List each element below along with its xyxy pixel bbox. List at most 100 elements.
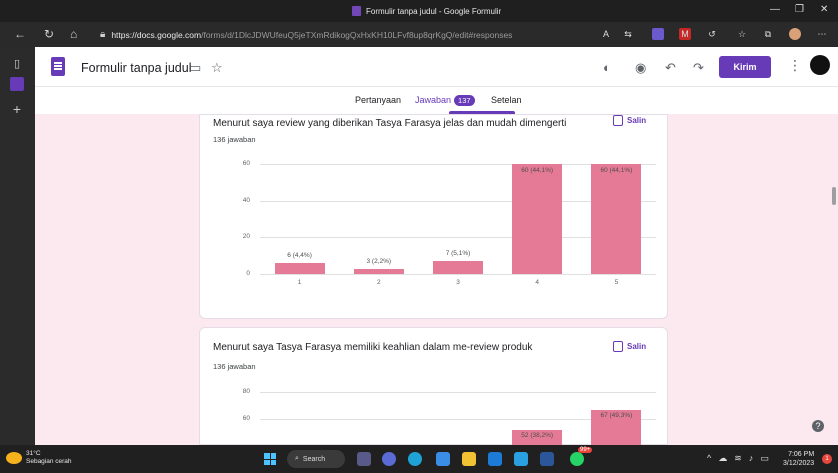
x-tick-label: 4 [535,279,539,286]
lock-icon: 🔒︎ [100,29,106,40]
forms-favicon-icon [352,6,361,16]
store-icon[interactable] [514,452,528,466]
send-button[interactable]: Kirim [719,56,771,78]
responses-count-badge: 137 [454,95,475,106]
whatsapp-icon[interactable] [570,452,584,466]
extension-m-icon[interactable]: M [679,28,691,40]
windows-start-icon[interactable] [264,453,276,465]
profile-avatar[interactable] [789,28,801,40]
response-count: 136 jawaban [213,362,256,371]
notification-badge[interactable]: 1 [822,454,832,464]
chart-bar [512,164,563,274]
chart-gridline [260,274,656,275]
window-title: Formulir tanpa judul - Google Formulir [352,6,501,16]
taskbar-clock[interactable]: 7:06 PM 3/12/2023 [783,450,814,468]
y-tick-label: 0 [246,270,250,277]
home-icon[interactable]: ⌂ [70,27,77,41]
volume-icon[interactable]: ♪ [749,453,754,464]
mail-icon[interactable] [436,452,450,466]
x-tick-label: 5 [614,279,619,286]
copy-icon [613,115,623,126]
chart-bar [433,261,483,274]
folder-icon[interactable]: ▭ [189,60,201,76]
bar-data-label: 6 (4,4%) [287,252,312,259]
wifi-icon[interactable]: ≋ [734,453,742,464]
weather-widget[interactable]: 31°C Sebagian cerah [6,450,72,466]
form-tabs: Pertanyaan Jawaban 137 Setelan [35,87,838,114]
chart-bar [591,164,642,274]
copy-chart-button[interactable]: Salin [613,341,646,352]
redo-icon[interactable]: ↷ [693,60,704,76]
bar-data-label: 52 (38,2%) [521,431,554,439]
translate-icon[interactable]: ⇆ [622,28,634,40]
account-avatar[interactable] [810,55,830,75]
extension-shield-icon[interactable] [652,28,664,40]
question-summary-card: Menurut saya Tasya Farasya memiliki keah… [199,327,668,446]
chart-bar [274,263,325,274]
chat-icon[interactable] [382,452,396,466]
page-scrollbar[interactable] [832,187,836,205]
close-window-button[interactable]: ✕ [820,4,828,15]
x-tick-label: 2 [376,279,381,286]
partly-sunny-icon [6,452,22,464]
y-tick-label: 20 [242,233,250,241]
browser-sidebar: ▯ + [0,47,35,445]
back-arrow-icon[interactable]: ← [14,27,26,41]
edge-browser-icon[interactable] [408,452,422,466]
star-icon[interactable]: ☆ [211,60,223,76]
bar-data-label: 7 (5,1%) [445,250,471,258]
bar-data-label: 60 (44,1%) [521,167,554,174]
word-icon[interactable] [540,452,554,466]
copy-chart-button[interactable]: Salin [613,115,646,126]
tray-chevron-icon[interactable]: ^ [707,453,711,464]
browser-title-bar: Formulir tanpa judul - Google Formulir —… [0,0,838,22]
taskbar-search[interactable]: ⌕ Search [287,450,345,468]
undo-icon[interactable]: ↶ [665,60,676,76]
y-tick-label: 40 [242,196,250,204]
file-explorer-icon[interactable] [462,452,476,466]
tab-actions-icon[interactable]: ▯ [10,57,24,71]
bar-data-label: 60 (44,1%) [600,167,633,174]
system-tray: ^ ☁ ≋ ♪ ▭ [707,453,769,464]
x-tick-label: 1 [297,279,302,286]
y-tick-label: 60 [242,415,250,422]
whatsapp-badge: 99+ [578,447,593,453]
search-icon: ⌕ [295,455,299,462]
more-options-icon[interactable]: ⋮ [788,57,802,74]
tab-questions[interactable]: Pertanyaan [355,95,401,105]
forms-header: Formulir tanpa judul ▭ ☆ ◐ ◉ ↶ ↷ Kirim ⋮ [35,47,838,87]
preview-eye-icon[interactable]: ◉ [635,60,646,76]
bar-data-label: 67 (49,3%) [600,411,633,419]
tab-settings[interactable]: Setelan [491,95,522,105]
palette-icon[interactable]: ◐ [603,60,611,75]
form-title[interactable]: Formulir tanpa judul [81,61,191,75]
x-tick-label: 3 [456,279,460,286]
favorites-icon[interactable]: ☆ [736,28,748,40]
browser-menu-icon[interactable]: ⋯ [816,28,828,40]
minimize-button[interactable]: — [770,4,780,15]
reload-icon[interactable]: ↻ [44,27,54,41]
google-forms-logo-icon[interactable] [51,57,65,76]
y-tick-label: 80 [242,388,250,395]
refresh-extension-icon[interactable]: ↺ [706,28,718,40]
task-view-icon[interactable] [357,452,371,466]
battery-icon[interactable]: ▭ [760,453,769,464]
collections-icon[interactable]: ⧉ [762,28,774,40]
question-title: Menurut saya Tasya Farasya memiliki keah… [213,342,533,353]
response-count: 136 jawaban [213,135,256,144]
cloud-icon[interactable]: ☁ [718,453,727,464]
read-aloud-icon[interactable]: A [600,28,612,40]
new-tab-icon[interactable]: + [10,101,24,117]
copy-icon [613,341,623,352]
chart-bar [353,268,404,274]
browser-toolbar: ← ↻ ⌂ 🔒︎ https://docs.google.com/forms/d… [0,22,838,47]
help-icon[interactable]: ? [812,420,824,432]
y-tick-label: 60 [242,160,250,167]
tab-responses[interactable]: Jawaban 137 [415,95,475,106]
forms-tab-icon[interactable] [10,77,24,91]
address-bar[interactable]: 🔒︎ https://docs.google.com/forms/d/1DlcJ… [100,26,640,43]
question-summary-card: Menurut saya review yang diberikan Tasya… [199,114,668,319]
restore-button[interactable]: ❐ [795,4,804,15]
app-l-icon[interactable] [488,452,502,466]
chart-gridline [260,392,656,393]
